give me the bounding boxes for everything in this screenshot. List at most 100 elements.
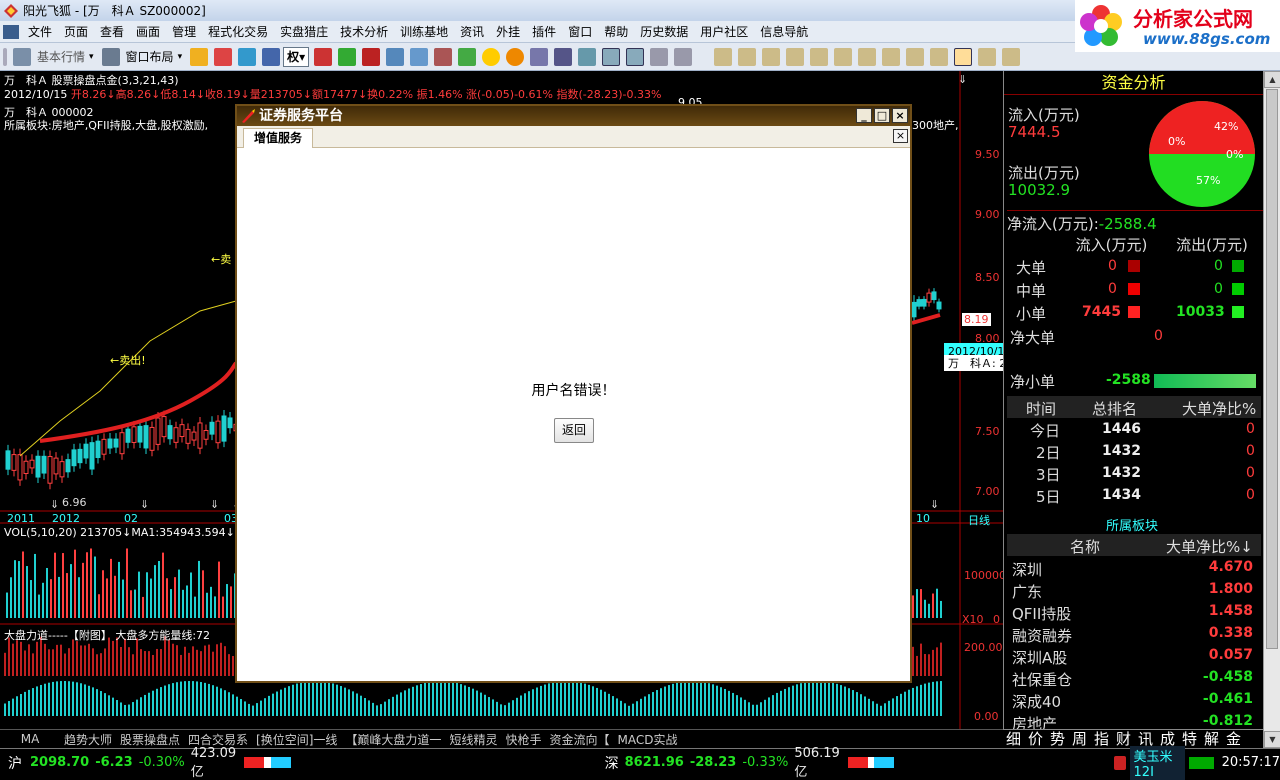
ruler-icon[interactable] <box>262 47 281 66</box>
kline-icon[interactable] <box>578 47 597 66</box>
quan-button[interactable]: 权 ▾ <box>283 46 310 67</box>
menu-news[interactable]: 资讯 <box>454 21 490 43</box>
alert-icon[interactable] <box>1114 755 1126 770</box>
period-day-icon[interactable] <box>834 47 853 66</box>
volume-bar <box>122 579 124 618</box>
sector-item-name[interactable]: 深成40 <box>1012 691 1061 712</box>
dialog-titlebar[interactable]: 证券服务平台 _ □ × <box>237 106 910 126</box>
period-15-icon[interactable] <box>762 47 781 66</box>
trend-icon[interactable] <box>602 47 621 66</box>
table-icon[interactable] <box>554 47 573 66</box>
menu-tech-analysis[interactable]: 技术分析 <box>334 21 394 43</box>
tab-short-line[interactable]: 短线精灵 <box>445 731 501 748</box>
period-custom-icon[interactable] <box>1002 47 1021 66</box>
gear-icon[interactable] <box>506 47 525 66</box>
chart-green-icon[interactable] <box>338 47 357 66</box>
back-button[interactable]: 返回 <box>554 418 594 443</box>
notes-icon[interactable] <box>458 47 477 66</box>
futures-ticker[interactable]: 美玉米12I <box>1129 745 1186 780</box>
scroll-up-arrow-icon[interactable]: ▲ <box>1264 71 1280 88</box>
indicator-cyan-bar <box>872 701 874 716</box>
period-year-icon[interactable] <box>930 47 949 66</box>
sector-header-name[interactable]: 名称 <box>1070 536 1100 557</box>
doc2-icon[interactable] <box>410 47 429 66</box>
row-mid-out: 0 <box>1214 281 1223 297</box>
market-dropdown[interactable]: 基本行情 ▾ <box>34 47 97 67</box>
dialog-maximize-button[interactable]: □ <box>874 108 890 123</box>
sector-item-name[interactable]: QFII持股 <box>1012 603 1071 624</box>
menu-plugins[interactable]: 插件 <box>526 21 562 43</box>
menu-hunting[interactable]: 实盘猎庄 <box>274 21 334 43</box>
tab-macd[interactable]: MACD实战 <box>613 731 681 748</box>
tab-trend-master[interactable]: 趋势大师 <box>60 731 116 748</box>
layout-dropdown[interactable]: 窗口布局 ▾ <box>123 47 186 67</box>
tab-value-added-service[interactable]: 增值服务 <box>243 128 314 148</box>
menu-info-nav[interactable]: 信息导航 <box>754 21 814 43</box>
volume-axis-x10: X10 <box>962 613 984 626</box>
scroll-down-arrow-icon[interactable]: ▼ <box>1264 731 1280 748</box>
tab-capital-flow[interactable]: 资金流向【 <box>545 731 613 748</box>
menu-history-data[interactable]: 历史数据 <box>634 21 694 43</box>
sector-item-name[interactable]: 社保重仓 <box>1012 669 1072 690</box>
dialog-close-button[interactable]: × <box>892 108 908 123</box>
period-n-icon[interactable] <box>978 47 997 66</box>
menu-training[interactable]: 训练基地 <box>394 21 454 43</box>
list-icon[interactable] <box>362 47 381 66</box>
period-60-icon[interactable] <box>810 47 829 66</box>
sector-item-name[interactable]: 深圳A股 <box>1012 647 1067 668</box>
menu-page[interactable]: 页面 <box>58 21 94 43</box>
tab-peak-power[interactable]: 【巅峰大盘力道一 <box>341 731 445 748</box>
period-30-icon[interactable] <box>786 47 805 66</box>
volume-bar <box>166 578 168 618</box>
multi-window-icon[interactable] <box>650 47 669 66</box>
menu-addons[interactable]: 外挂 <box>490 21 526 43</box>
period-1-icon[interactable] <box>714 47 733 66</box>
sector-item-name[interactable]: 融资融券 <box>1012 625 1072 646</box>
period-5-icon[interactable] <box>738 47 757 66</box>
tab-quick-gun[interactable]: 快枪手 <box>501 731 545 748</box>
window-icon[interactable] <box>530 47 549 66</box>
tab-swap-space[interactable]: [换位空间]一线 <box>252 731 341 748</box>
vertical-scrollbar[interactable]: ▲ ▼ <box>1263 71 1280 748</box>
tab-close-button[interactable]: × <box>893 129 908 143</box>
tab-ma[interactable]: MA <box>0 732 60 746</box>
indicator-red-bar <box>124 638 126 676</box>
indicator-cyan-bar <box>168 684 170 716</box>
period-month-icon[interactable] <box>882 47 901 66</box>
period-label[interactable]: 日线 <box>968 512 990 528</box>
chart-red-icon[interactable] <box>314 47 333 66</box>
menu-programmatic-trading[interactable]: 程式化交易 <box>202 21 274 43</box>
tab-stock-gold[interactable]: 股票操盘点 <box>116 731 184 748</box>
net-inflow-line: 净流入(万元):-2588.4 <box>1007 210 1263 234</box>
indicator-cyan-bar <box>136 699 138 716</box>
save-icon[interactable] <box>214 47 233 66</box>
compare-icon[interactable] <box>674 47 693 66</box>
row-big-in-bar <box>1128 260 1140 272</box>
period-week-icon[interactable] <box>858 47 877 66</box>
indicator-cyan-bar <box>348 689 350 716</box>
move-icon[interactable] <box>238 47 257 66</box>
open-folder-icon[interactable] <box>190 47 209 66</box>
sector-header-ratio[interactable]: 大单净比%↓ <box>1166 536 1253 557</box>
menu-window[interactable]: 窗口 <box>562 21 598 43</box>
split-icon[interactable] <box>626 47 645 66</box>
sz-ratio-bar <box>847 757 895 768</box>
dialog-tab-bar: 增值服务 × <box>237 126 910 148</box>
menu-community[interactable]: 用户社区 <box>694 21 754 43</box>
scroll-thumb[interactable] <box>1266 89 1278 649</box>
dialog-minimize-button[interactable]: _ <box>856 108 872 123</box>
sector-item-name[interactable]: 广东 <box>1012 581 1042 602</box>
warning-icon[interactable] <box>482 47 501 66</box>
notice-text[interactable]: 万 科Ａ: 2012年九月份销售及近期新增项目情况简报 <box>944 355 1003 371</box>
grid-icon[interactable] <box>386 47 405 66</box>
period-quarter-icon[interactable] <box>906 47 925 66</box>
menu-view[interactable]: 查看 <box>94 21 130 43</box>
period-day-active-icon[interactable] <box>954 47 973 66</box>
menu-screen[interactable]: 画面 <box>130 21 166 43</box>
volume-bar <box>178 569 180 618</box>
menu-help[interactable]: 帮助 <box>598 21 634 43</box>
calc-icon[interactable] <box>434 47 453 66</box>
menu-manage[interactable]: 管理 <box>166 21 202 43</box>
sector-item-name[interactable]: 深圳 <box>1012 559 1042 580</box>
menu-file[interactable]: 文件 <box>22 21 58 43</box>
